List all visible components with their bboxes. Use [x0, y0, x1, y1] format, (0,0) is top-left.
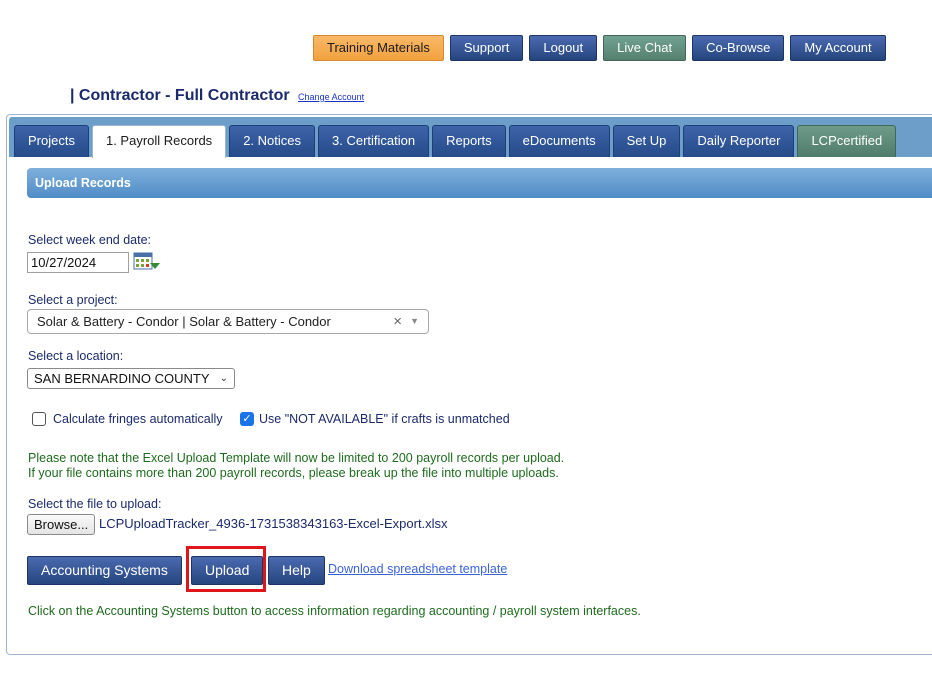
tab-edocuments[interactable]: eDocuments	[508, 125, 610, 157]
my-account-button[interactable]: My Account	[790, 35, 886, 61]
location-label: Select a location:	[28, 349, 124, 363]
account-title: | Contractor - Full Contractor Change Ac…	[70, 87, 364, 105]
help-button[interactable]: Help	[268, 556, 325, 585]
training-materials-button[interactable]: Training Materials	[313, 35, 444, 61]
accounting-systems-button[interactable]: Accounting Systems	[27, 556, 182, 585]
not-available-label: Use "NOT AVAILABLE" if crafts is unmatch…	[259, 412, 510, 426]
account-name: | Contractor - Full Contractor	[70, 87, 290, 104]
change-account-link[interactable]: Change Account	[298, 92, 364, 102]
download-template-link[interactable]: Download spreadsheet template	[328, 562, 507, 576]
calendar-icon[interactable]	[133, 251, 161, 273]
upload-limit-notice: Please note that the Excel Upload Templa…	[28, 451, 565, 465]
main-panel: Projects 1. Payroll Records 2. Notices 3…	[6, 114, 932, 655]
calc-fringes-label: Calculate fringes automatically	[53, 412, 223, 426]
tab-bar: Projects 1. Payroll Records 2. Notices 3…	[9, 117, 932, 158]
tab-reports[interactable]: Reports	[432, 125, 506, 157]
tab-projects[interactable]: Projects	[14, 125, 89, 157]
support-button[interactable]: Support	[449, 35, 524, 61]
not-available-checkbox[interactable]: ✓	[240, 412, 254, 426]
upload-split-notice: If your file contains more than 200 payr…	[28, 466, 559, 480]
co-browse-button[interactable]: Co-Browse	[692, 35, 785, 61]
dropdown-arrow-icon[interactable]: ▼	[410, 310, 419, 333]
upload-records-header: Upload Records	[27, 168, 932, 198]
project-select[interactable]: Solar & Battery - Condor | Solar & Batte…	[27, 309, 429, 334]
week-end-date-input[interactable]: 10/27/2024	[27, 252, 129, 273]
live-chat-button[interactable]: Live Chat	[603, 35, 687, 61]
top-nav: Training Materials Support Logout Live C…	[313, 35, 886, 61]
week-end-label: Select week end date:	[28, 233, 151, 247]
tab-setup[interactable]: Set Up	[612, 125, 681, 157]
clear-icon[interactable]: ×	[393, 310, 402, 333]
chevron-down-icon: ⌄	[219, 373, 228, 384]
tab-daily-reporter[interactable]: Daily Reporter	[683, 125, 795, 157]
project-select-value: Solar & Battery - Condor | Solar & Batte…	[37, 314, 331, 329]
calc-fringes-checkbox[interactable]	[32, 412, 46, 426]
tab-payroll-records[interactable]: 1. Payroll Records	[91, 125, 227, 158]
upload-button[interactable]: Upload	[191, 556, 264, 585]
location-select[interactable]: SAN BERNARDINO COUNTY ⌄	[27, 368, 235, 389]
file-label: Select the file to upload:	[28, 497, 162, 511]
selected-file-name: LCPUploadTracker_4936-1731538343163-Exce…	[99, 516, 448, 531]
browse-button[interactable]: Browse...	[27, 514, 96, 535]
tab-certification[interactable]: 3. Certification	[318, 125, 430, 157]
tab-lcpcertified[interactable]: LCPcertified	[797, 125, 897, 157]
tab-notices[interactable]: 2. Notices	[229, 125, 315, 157]
project-label: Select a project:	[28, 293, 118, 307]
logout-button[interactable]: Logout	[529, 35, 598, 61]
accounting-info-note: Click on the Accounting Systems button t…	[28, 604, 641, 618]
location-select-value: SAN BERNARDINO COUNTY	[34, 371, 210, 386]
